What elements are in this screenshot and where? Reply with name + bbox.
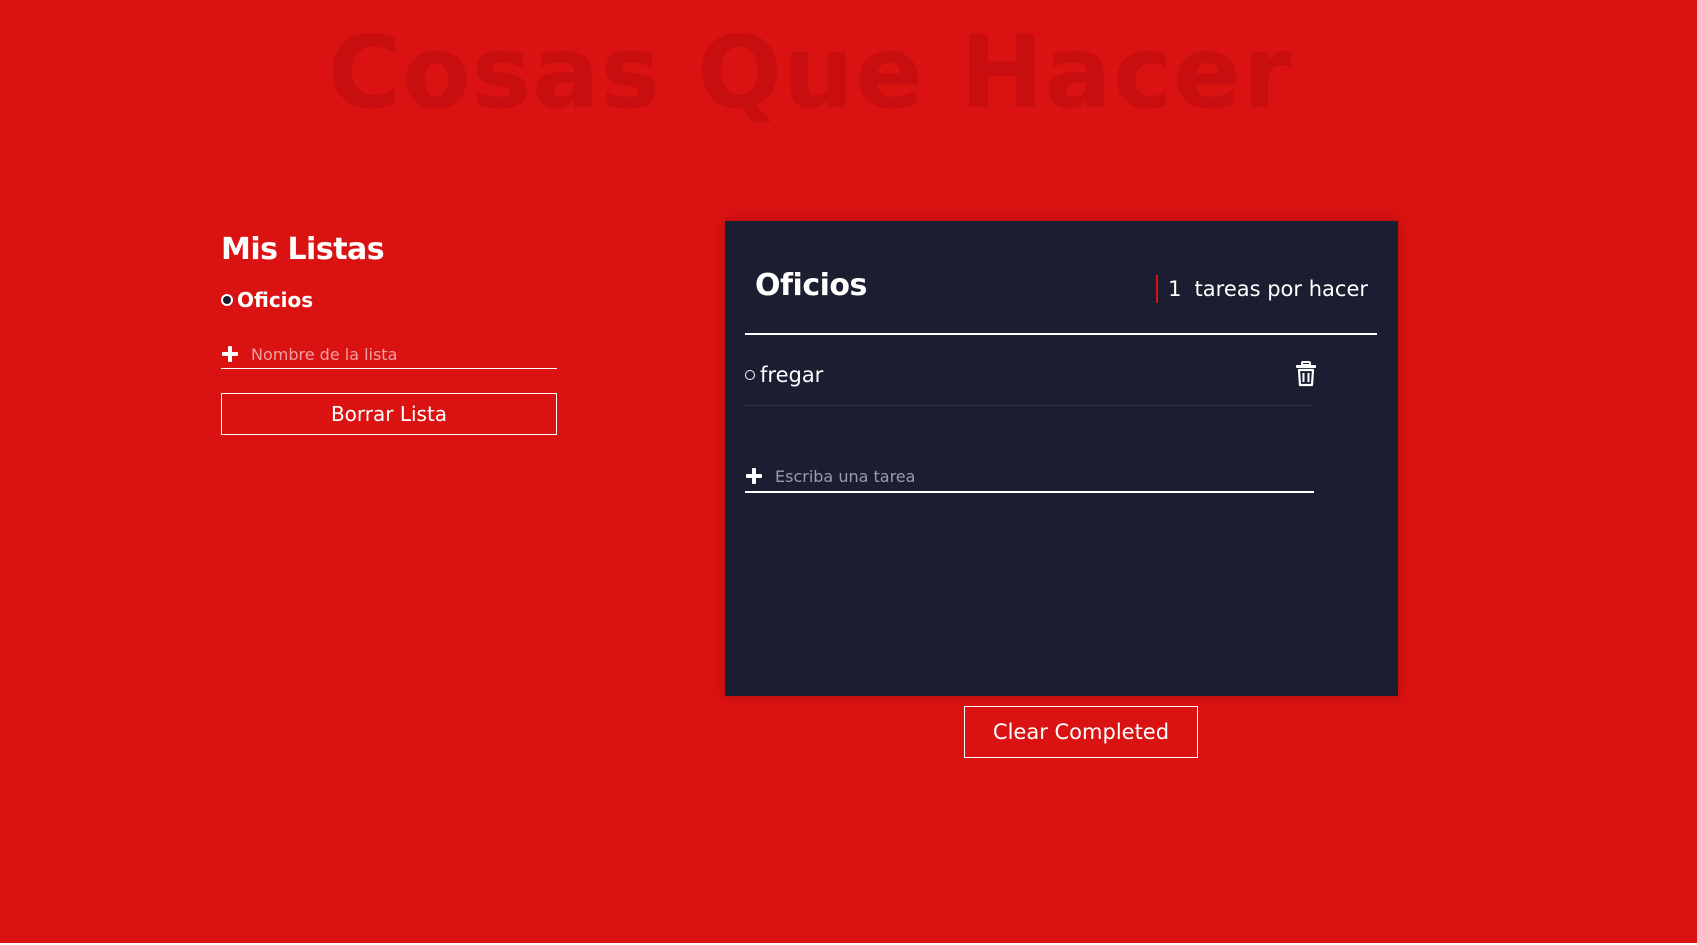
- plus-icon[interactable]: [222, 346, 238, 362]
- count-divider: [1156, 275, 1159, 303]
- todo-header: Oficios 1 tareas por hacer: [745, 221, 1377, 335]
- todo-card: Oficios 1 tareas por hacer fregar: [725, 221, 1398, 696]
- task-count-number: 1: [1168, 277, 1182, 301]
- task-checkbox[interactable]: [745, 370, 755, 380]
- app-title: Cosas Que Hacer: [327, 14, 1293, 131]
- new-list-form: [221, 340, 557, 369]
- todo-list-title: Oficios: [755, 268, 867, 303]
- new-task-input[interactable]: [775, 463, 1314, 489]
- delete-list-button[interactable]: Borrar Lista: [221, 393, 557, 435]
- new-list-input[interactable]: [251, 341, 557, 367]
- task-count-label: tareas por hacer: [1194, 277, 1368, 301]
- lists-panel: Mis Listas Oficios Borrar Lista: [221, 228, 557, 435]
- task-name: fregar: [760, 363, 824, 387]
- plus-icon[interactable]: [746, 468, 762, 484]
- trash-icon[interactable]: [1295, 361, 1317, 387]
- list-item-label: Oficios: [237, 288, 314, 312]
- bullet-icon: [221, 294, 233, 306]
- task-row: fregar: [745, 356, 1317, 406]
- lists-heading: Mis Listas: [221, 232, 385, 267]
- task-count: 1 tareas por hacer: [1156, 274, 1368, 304]
- clear-completed-button[interactable]: Clear Completed: [964, 706, 1198, 758]
- list-item-oficios[interactable]: Oficios: [221, 286, 313, 314]
- page: Cosas Que Hacer Mis Listas Oficios Borra…: [0, 0, 1697, 943]
- new-task-form: [745, 461, 1314, 493]
- task-item-fregar[interactable]: fregar: [745, 360, 823, 390]
